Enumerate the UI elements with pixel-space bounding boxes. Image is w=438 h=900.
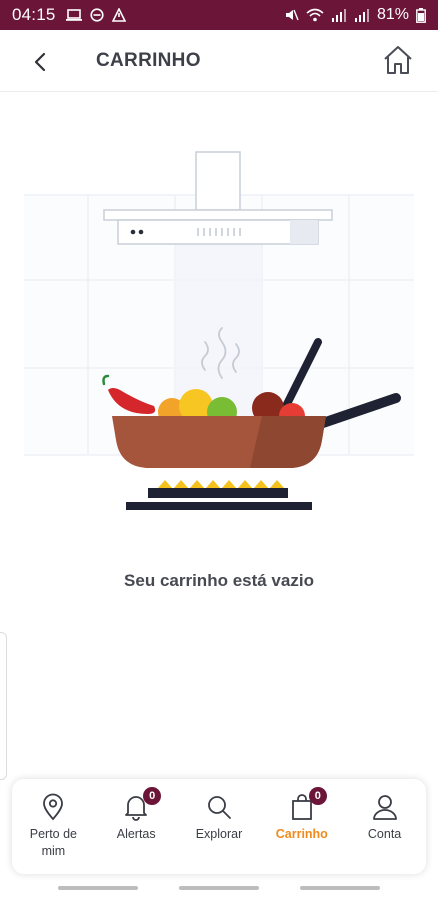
signal-icon	[331, 9, 346, 22]
status-time: 04:15	[12, 5, 56, 24]
do-not-disturb-icon	[89, 8, 104, 22]
flames	[158, 480, 284, 488]
hood-panel	[117, 219, 319, 245]
home-button[interactable]	[382, 44, 414, 76]
battery-icon	[416, 7, 426, 23]
nav-item-perto-de-mim[interactable]: Perto de mim	[12, 779, 95, 874]
nav-item-conta[interactable]: Conta	[343, 779, 426, 874]
side-panel-handle[interactable]	[0, 632, 7, 780]
kitchen-pan-illustration	[24, 151, 414, 510]
user-icon	[372, 793, 398, 821]
search-icon	[206, 793, 232, 821]
battery-percent: 81%	[376, 6, 409, 23]
empty-cart-message: Seu carrinho está vazio	[124, 571, 314, 590]
laptop-icon	[65, 9, 82, 21]
shopping-bag-icon: 0	[289, 787, 327, 821]
hood-canopy	[103, 209, 333, 221]
wifi-icon	[306, 8, 324, 22]
home-icon	[384, 46, 412, 74]
nav-label: Alertas	[116, 827, 156, 841]
nav-label: Explorar	[195, 827, 243, 841]
alerts-badge: 0	[143, 787, 162, 805]
back-button[interactable]	[26, 48, 54, 76]
mute-icon	[285, 9, 299, 21]
stove	[126, 502, 312, 510]
burner	[148, 488, 288, 498]
hood-chimney	[195, 151, 241, 211]
nav-label: Conta	[367, 827, 402, 841]
page-title: CARRINHO	[96, 50, 201, 71]
app-header: CARRINHO	[0, 30, 438, 92]
alert-icon	[111, 8, 126, 22]
nav-label: Carrinho	[275, 827, 328, 841]
bell-icon: 0	[123, 787, 162, 821]
system-back-button[interactable]	[300, 886, 380, 890]
cart-badge: 0	[308, 787, 327, 805]
chevron-left-icon	[34, 52, 46, 72]
bottom-navigation: Perto de mim 0 Alertas Explorar 0 Carrin…	[12, 779, 426, 874]
system-home-button[interactable]	[179, 886, 259, 890]
location-pin-icon	[40, 793, 66, 821]
nav-item-carrinho[interactable]: 0 Carrinho	[260, 779, 343, 874]
nav-item-explorar[interactable]: Explorar	[178, 779, 261, 874]
nav-label: Perto de mim	[29, 827, 78, 858]
system-recents-button[interactable]	[58, 886, 138, 890]
status-bar: 04:15 81%	[0, 0, 438, 30]
status-right-icons: 81%	[285, 6, 426, 24]
nav-item-alertas[interactable]: 0 Alertas	[95, 779, 178, 874]
status-left-icons	[65, 8, 126, 22]
signal-icon-2	[354, 9, 369, 22]
